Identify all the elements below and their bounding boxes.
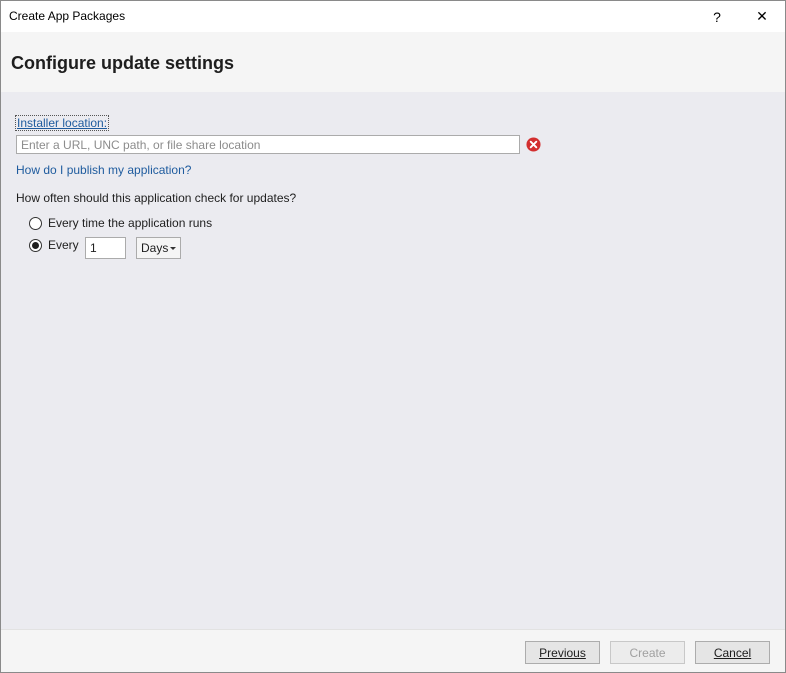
radio-every-run-option[interactable]: Every time the application runs (29, 216, 212, 230)
interval-value-input[interactable] (85, 237, 126, 259)
help-icon: ? (713, 8, 721, 25)
installer-location-label: Installer location: (14, 115, 110, 131)
cancel-button[interactable]: Cancel (695, 641, 770, 664)
radio-every-interval-option[interactable]: Every (29, 238, 79, 252)
radio-every-run-label: Every time the application runs (48, 216, 213, 230)
page-header: Configure update settings (1, 32, 785, 92)
interval-unit-dropdown[interactable]: Days (136, 237, 181, 259)
radio-every-interval[interactable] (29, 238, 42, 252)
previous-button[interactable]: Previous (525, 641, 600, 664)
error-x-circle-icon (526, 137, 541, 152)
dialog-window: Create App Packages ? ✕ Configure update… (0, 0, 786, 673)
close-icon: ✕ (756, 8, 768, 24)
previous-button-label: Previous (539, 645, 586, 660)
create-button-label: Create (629, 645, 666, 660)
publish-help-link[interactable]: How do I publish my application? (16, 163, 191, 177)
radio-every-run[interactable] (29, 216, 42, 230)
window-title: Create App Packages (9, 9, 126, 23)
close-button[interactable]: ✕ (739, 1, 785, 32)
installer-location-input[interactable] (16, 135, 520, 154)
page-title: Configure update settings (11, 53, 235, 73)
cancel-button-label: Cancel (713, 645, 752, 660)
help-button[interactable]: ? (694, 1, 740, 32)
update-frequency-question: How often should this application check … (16, 191, 297, 205)
title-bar: Create App Packages ? ✕ (1, 1, 785, 32)
settings-panel: Installer location: How do I publish my … (1, 92, 785, 629)
chevron-down-icon (170, 247, 176, 250)
create-button[interactable]: Create (610, 641, 685, 664)
interval-unit-value: Days (141, 241, 169, 255)
radio-every-interval-label: Every (48, 238, 79, 252)
dialog-footer: Previous Create Cancel (1, 629, 785, 672)
